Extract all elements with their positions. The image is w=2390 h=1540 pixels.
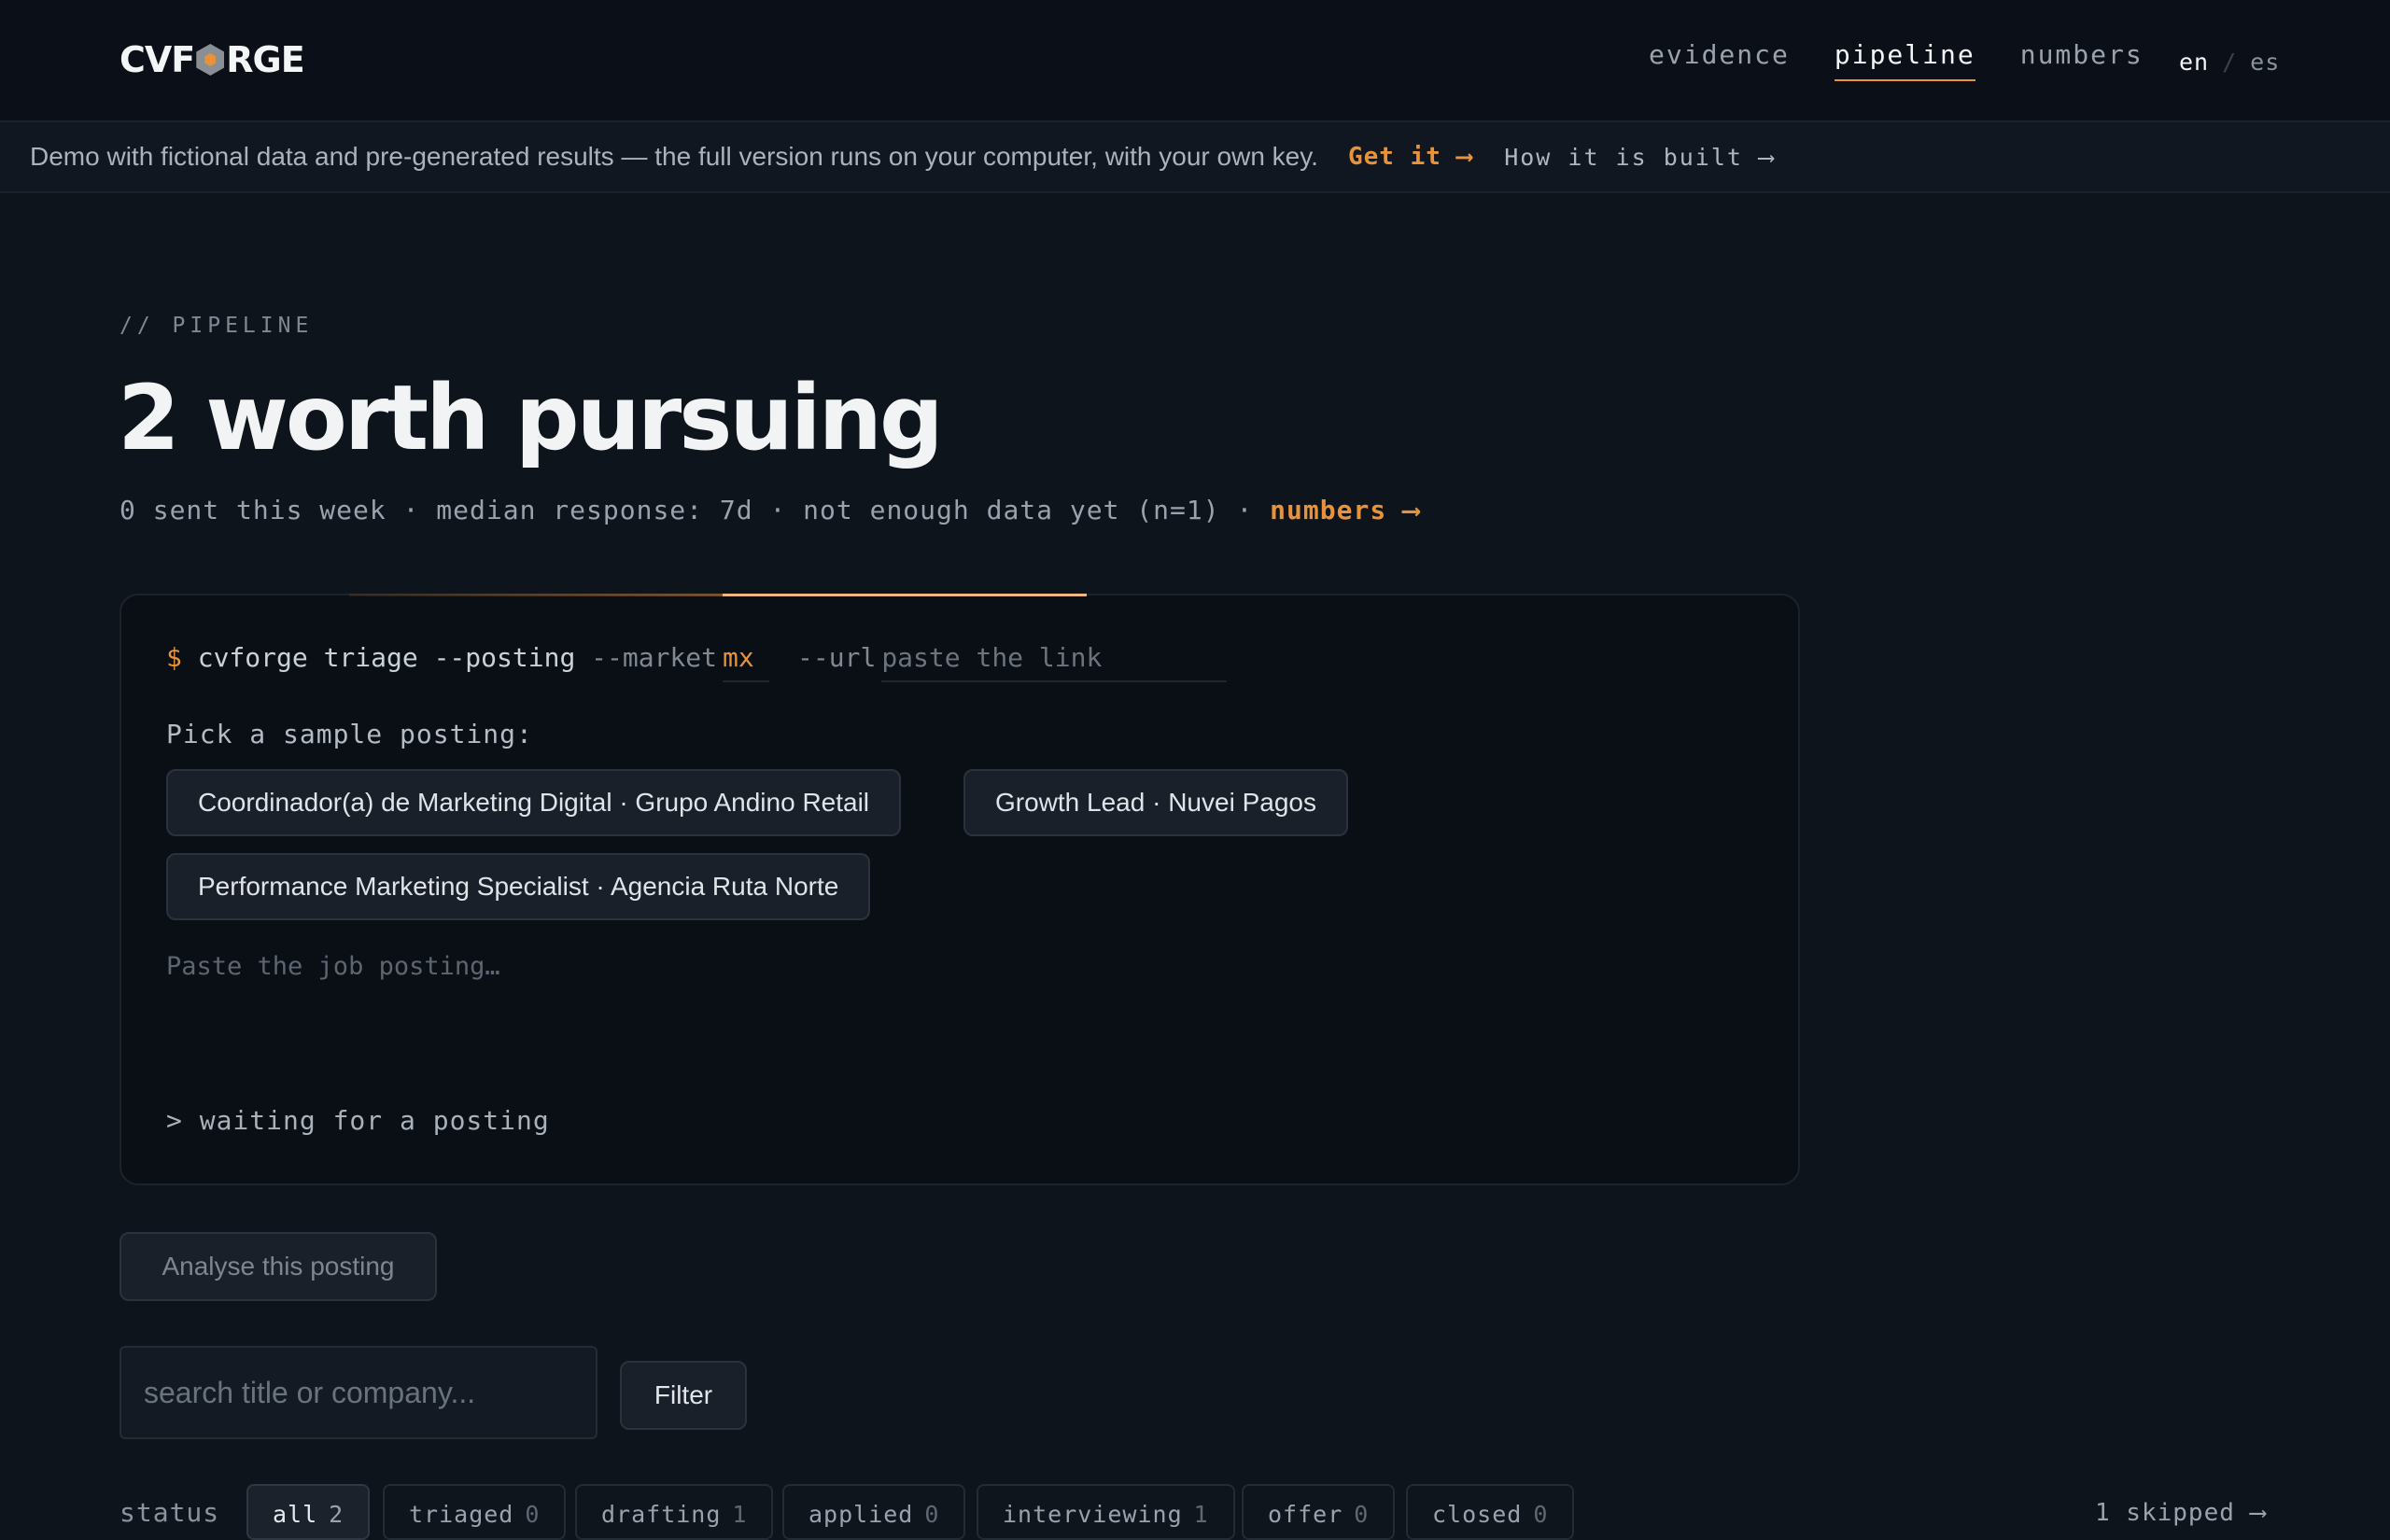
status-label: status [120,1497,220,1528]
triage-terminal: $ cvforge triage --posting --market mx --u… [120,594,1800,1185]
market-input[interactable]: mx [723,642,770,682]
sample-posting-button[interactable]: Coordinador(a) de Marketing Digital · Gr… [166,769,902,836]
terminal-status: > waiting for a posting [166,1105,550,1136]
prompt-symbol: $ [166,642,182,673]
lang-es[interactable]: es [2250,49,2280,76]
pill-count: 0 [924,1501,940,1528]
demo-banner: Demo with fictional data and pre-generat… [0,122,2390,193]
nav-pipeline[interactable]: pipeline [1834,39,1975,81]
pill-count: 0 [525,1501,541,1528]
sample-label: Pick a sample posting: [166,719,533,749]
analyse-posting-button[interactable]: Analyse this posting [120,1232,437,1301]
pill-count: 1 [732,1501,748,1528]
progress-glow-bright [723,594,1087,596]
lang-en[interactable]: en [2179,49,2209,76]
logo-text-left: CVF [120,39,195,80]
pill-count: 2 [329,1501,344,1528]
status-pill-offer[interactable]: offer 0 [1242,1484,1396,1540]
page-title: 2 worth pursuing [118,366,944,470]
market-flag: --market [591,642,718,673]
status-pill-closed[interactable]: closed 0 [1406,1484,1575,1540]
nav-numbers[interactable]: numbers [2020,39,2144,81]
pill-count: 0 [1533,1501,1549,1528]
pill-label: all [273,1501,318,1528]
skipped-link[interactable]: 1 skipped ⟶ [2095,1499,2266,1527]
filter-button[interactable]: Filter [620,1361,747,1430]
status-pill-triaged[interactable]: triaged 0 [383,1484,567,1540]
status-pill-interviewing[interactable]: interviewing 1 [977,1484,1235,1540]
search-input[interactable] [144,1375,583,1410]
logo[interactable]: CVF RGE [120,37,305,82]
command-line: $ cvforge triage --posting --market mx --u… [166,642,1228,682]
pill-count: 1 [1193,1501,1209,1528]
search-box [120,1346,598,1439]
nav-evidence[interactable]: evidence [1649,39,1790,81]
section-eyebrow: // PIPELINE [120,314,314,338]
pill-label: offer [1268,1501,1343,1528]
get-it-link[interactable]: Get it ⟶ [1348,143,1472,171]
stats-text: 0 sent this week · median response: 7d ·… [120,495,1271,525]
sample-posting-button[interactable]: Performance Marketing Specialist · Agenc… [166,853,871,920]
status-pill-drafting[interactable]: drafting 1 [575,1484,774,1540]
command-text: cvforge triage --posting [181,642,592,673]
pill-label: interviewing [1003,1501,1183,1528]
demo-message: Demo with fictional data and pre-generat… [30,142,1318,171]
url-input[interactable]: paste the link [881,642,1228,682]
pill-label: triaged [409,1501,514,1528]
pill-label: drafting [601,1501,722,1528]
hexagon-logo-icon [196,44,225,76]
pill-label: closed [1432,1501,1523,1528]
numbers-link[interactable]: numbers ⟶ [1270,495,1420,525]
language-switcher: en / es [2179,49,2280,76]
pill-count: 0 [1354,1501,1370,1528]
url-flag: --url [797,642,877,673]
sample-posting-button[interactable]: Growth Lead · Nuvei Pagos [963,769,1348,836]
status-pill-all[interactable]: all 2 [246,1484,371,1540]
pipeline-stats: 0 sent this week · median response: 7d ·… [120,495,1420,525]
lang-separator: / [2222,49,2238,76]
pill-label: applied [808,1501,914,1528]
logo-text-right: RGE [226,39,304,80]
progress-glow-dim [349,594,723,596]
top-bar: CVF RGE evidence pipeline numbers en / e… [0,0,2390,122]
how-built-link[interactable]: How it is built ⟶ [1504,144,1775,171]
posting-textarea[interactable]: Paste the job posting… [166,952,500,981]
main-nav: evidence pipeline numbers [1649,39,2144,81]
status-pill-applied[interactable]: applied 0 [782,1484,966,1540]
